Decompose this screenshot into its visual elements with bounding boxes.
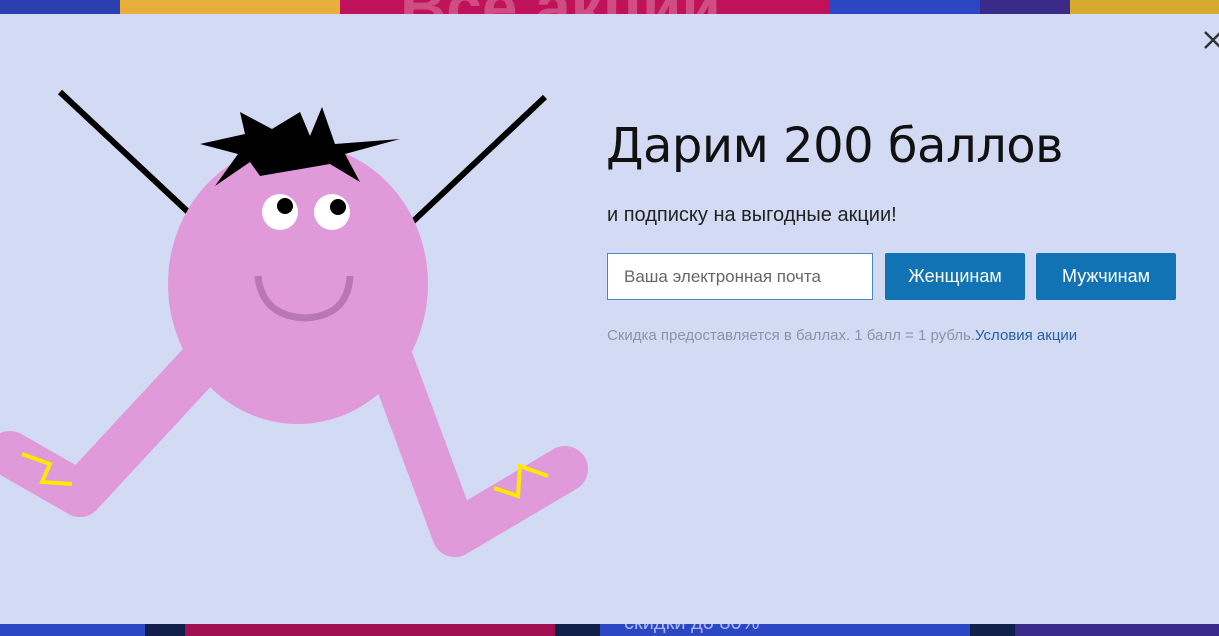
email-input[interactable] xyxy=(607,253,873,300)
character-body xyxy=(168,144,428,424)
women-button[interactable]: Женщинам xyxy=(885,253,1025,300)
background-tile xyxy=(0,0,120,14)
modal-title: Дарим 200 баллов xyxy=(606,118,1063,174)
background-tile xyxy=(0,624,145,636)
left-leg xyxy=(57,336,228,517)
background-tile xyxy=(1015,624,1219,636)
right-leg xyxy=(367,336,478,557)
background-tile xyxy=(120,0,340,14)
screen: Все акции скидки до 80% xyxy=(0,0,1219,636)
background-tile xyxy=(185,624,555,636)
right-foot xyxy=(432,446,588,557)
background-tile xyxy=(980,0,1070,14)
background-tile xyxy=(145,624,185,636)
right-pupil xyxy=(330,199,346,215)
modal-subtitle: и подписку на выгодные акции! xyxy=(607,204,897,226)
left-pupil xyxy=(277,198,293,214)
background-tile xyxy=(970,624,1015,636)
close-icon[interactable] xyxy=(1201,28,1219,52)
pink-character-illustration xyxy=(0,89,588,557)
disclaimer-label: Скидка предоставляется в баллах. 1 балл … xyxy=(607,327,975,344)
disclaimer-text: Скидка предоставляется в баллах. 1 балл … xyxy=(607,327,1077,344)
subscribe-modal: Дарим 200 баллов и подписку на выгодные … xyxy=(0,14,1219,624)
background-tile xyxy=(1070,0,1219,14)
background-tile xyxy=(555,624,600,636)
terms-link[interactable]: Условия акции xyxy=(975,327,1077,344)
men-button[interactable]: Мужчинам xyxy=(1036,253,1176,300)
background-tile xyxy=(830,0,980,14)
